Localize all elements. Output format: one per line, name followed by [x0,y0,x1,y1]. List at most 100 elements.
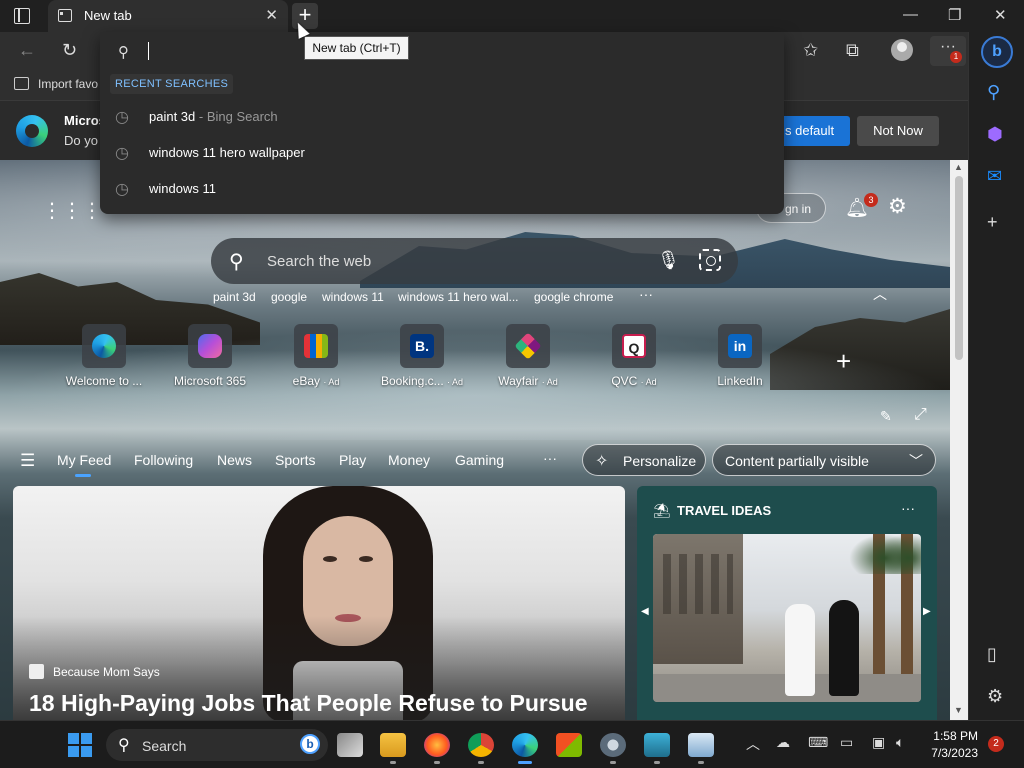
edge-logo-icon [16,115,48,147]
scroll-down-icon[interactable]: ▼ [954,705,963,715]
hero-title[interactable]: 18 High-Paying Jobs That People Refuse t… [29,690,588,717]
recent-searches-label: RECENT SEARCHES [110,74,234,94]
span [68,733,79,744]
tab-new-tab[interactable]: New tab ✕ [48,0,288,32]
address-input-caret[interactable] [148,42,149,60]
ebay-bag-icon [304,334,328,358]
tab-money[interactable]: Money [388,452,430,468]
clock-time[interactable]: 1:58 PM [932,729,978,743]
tab-actions-icon[interactable] [14,8,30,24]
edge-icon[interactable] [512,733,538,757]
add-quick-link-icon[interactable]: + [836,346,851,377]
travel-image[interactable] [653,534,921,702]
terminal-icon[interactable] [644,733,670,757]
scroll-thumb[interactable] [955,176,963,360]
keyboard-icon[interactable]: ⌨ [808,734,828,751]
span [81,733,92,744]
expand-icon[interactable]: ⤢ [914,406,927,424]
edit-background-icon[interactable]: ✎ [880,408,892,425]
back-icon[interactable]: ← [18,40,36,61]
search-chip[interactable]: windows 11 hero wal... [398,290,519,304]
hero-news-card[interactable]: Because Mom Says 18 High-Paying Jobs Tha… [13,486,625,720]
restore-icon[interactable]: ❐ [948,6,961,24]
taskbar-search[interactable]: ⚲ Search b [106,729,328,761]
tile-icon-box: in [718,324,762,368]
title-bar: New tab ✕ + — ❐ ✕ [0,0,1024,32]
app-launcher-icon[interactable]: ⋮⋮⋮ [42,198,102,223]
close-window-icon[interactable]: ✕ [994,6,1007,24]
web-search-box[interactable]: ⚲ Search the web 🎙︎ [211,238,738,284]
tab-play[interactable]: Play [339,452,366,468]
tab-gaming[interactable]: Gaming [455,452,504,468]
network-icon[interactable]: ▣ [872,734,885,751]
not-now-button[interactable]: Not Now [857,116,939,146]
start-button[interactable] [68,733,92,757]
page-settings-gear-icon[interactable]: ⚙ [888,194,907,219]
travel-more-icon[interactable]: ··· [901,500,915,516]
outlook-icon[interactable]: ✉ [987,166,1002,187]
visual-search-icon[interactable] [699,249,721,271]
tab-news[interactable]: News [217,452,252,468]
recent-search-item[interactable]: ◷ windows 11 hero wallpaper [100,135,784,171]
import-favorites-link[interactable]: Import favo [38,77,98,91]
show-hidden-icons-chevron-icon[interactable]: ︿ [746,734,760,754]
history-icon: ◷ [115,181,129,198]
display-icon[interactable]: ▭ [840,734,853,751]
personalize-button[interactable]: ✧ Personalize [582,444,706,476]
settings-and-more-button[interactable]: ··· [930,36,966,66]
clock-date[interactable]: 7/3/2023 [922,746,978,760]
photos-icon[interactable] [688,733,714,757]
close-tab-icon[interactable]: ✕ [265,6,278,24]
microsoft-store-icon[interactable] [556,733,582,757]
feed-more-icon[interactable]: ··· [543,450,557,466]
collections-icon[interactable]: ⧉ [846,40,859,61]
chevron-down-icon: ﹀ [909,453,923,469]
file-explorer-icon[interactable] [380,733,406,757]
carousel-next-icon[interactable]: ▶ [923,606,931,617]
content-visibility-value: Content partially visible [725,453,869,469]
task-view-icon[interactable] [337,733,363,757]
microphone-icon[interactable]: 🎙︎ [657,250,680,271]
content-visibility-select[interactable]: Content partially visible ﹀ [712,444,936,476]
sparkle-star-icon: ✧ [595,453,609,470]
microsoft-365-icon [198,334,222,358]
recent-search-item[interactable]: ◷ paint 3d - Bing Search [100,99,784,135]
hide-sidebar-icon[interactable]: ▯ [987,644,997,665]
firefox-icon[interactable] [424,733,450,757]
search-chip[interactable]: google [271,290,307,304]
sidebar-settings-gear-icon[interactable]: ⚙ [987,686,1003,707]
profile-avatar[interactable] [891,39,913,61]
volume-icon[interactable]: 🔈︎ [896,734,904,751]
search-icon[interactable]: ⚲ [987,82,1000,103]
page-scrollbar[interactable]: ▲ ▼ [950,160,968,720]
tab-my-feed[interactable]: My Feed [57,452,111,477]
carousel-prev-icon[interactable]: ◀ [641,606,649,617]
windows-taskbar: ⚲ Search b ︿ ☁ ⌨ ▭ ▣ 🔈︎ 1:58 PM 7/3/2023… [0,720,1024,768]
search-chip[interactable]: paint 3d [213,290,256,304]
chevron-up-icon[interactable]: ︿ [873,284,887,304]
minimize-icon[interactable]: — [903,6,918,23]
tab-following[interactable]: Following [134,452,193,468]
refresh-icon[interactable]: ↻ [62,40,77,61]
settings-gear-icon[interactable] [600,733,626,757]
scroll-up-icon[interactable]: ▲ [954,162,963,172]
bing-chat-icon[interactable]: b [981,36,1013,68]
recent-search-item[interactable]: ◷ windows 11 [100,171,784,207]
chips-more-icon[interactable]: ··· [639,286,653,302]
hamburger-menu-icon[interactable]: ☰ [20,451,35,471]
recent-text: windows 11 [149,181,216,196]
add-sidebar-app-icon[interactable]: + [987,212,998,233]
search-chip[interactable]: google chrome [534,290,613,304]
tab-sports[interactable]: Sports [275,452,315,468]
chrome-icon[interactable] [468,733,494,757]
import-icon [14,77,29,90]
notification-center-badge[interactable]: 2 [988,736,1004,752]
search-chip[interactable]: windows 11 [322,290,384,304]
hero-source: Because Mom Says [53,665,160,679]
travel-ideas-card[interactable]: ⛱ TRAVEL IDEAS ··· ◀ ▶ [637,486,937,720]
eye [323,556,337,562]
microsoft-365-icon[interactable]: ⬢ [987,124,1003,145]
history-icon: ◷ [115,109,129,126]
favorites-icon[interactable]: ✩ [803,40,818,61]
cloud-offline-icon[interactable]: ☁ [776,734,790,751]
